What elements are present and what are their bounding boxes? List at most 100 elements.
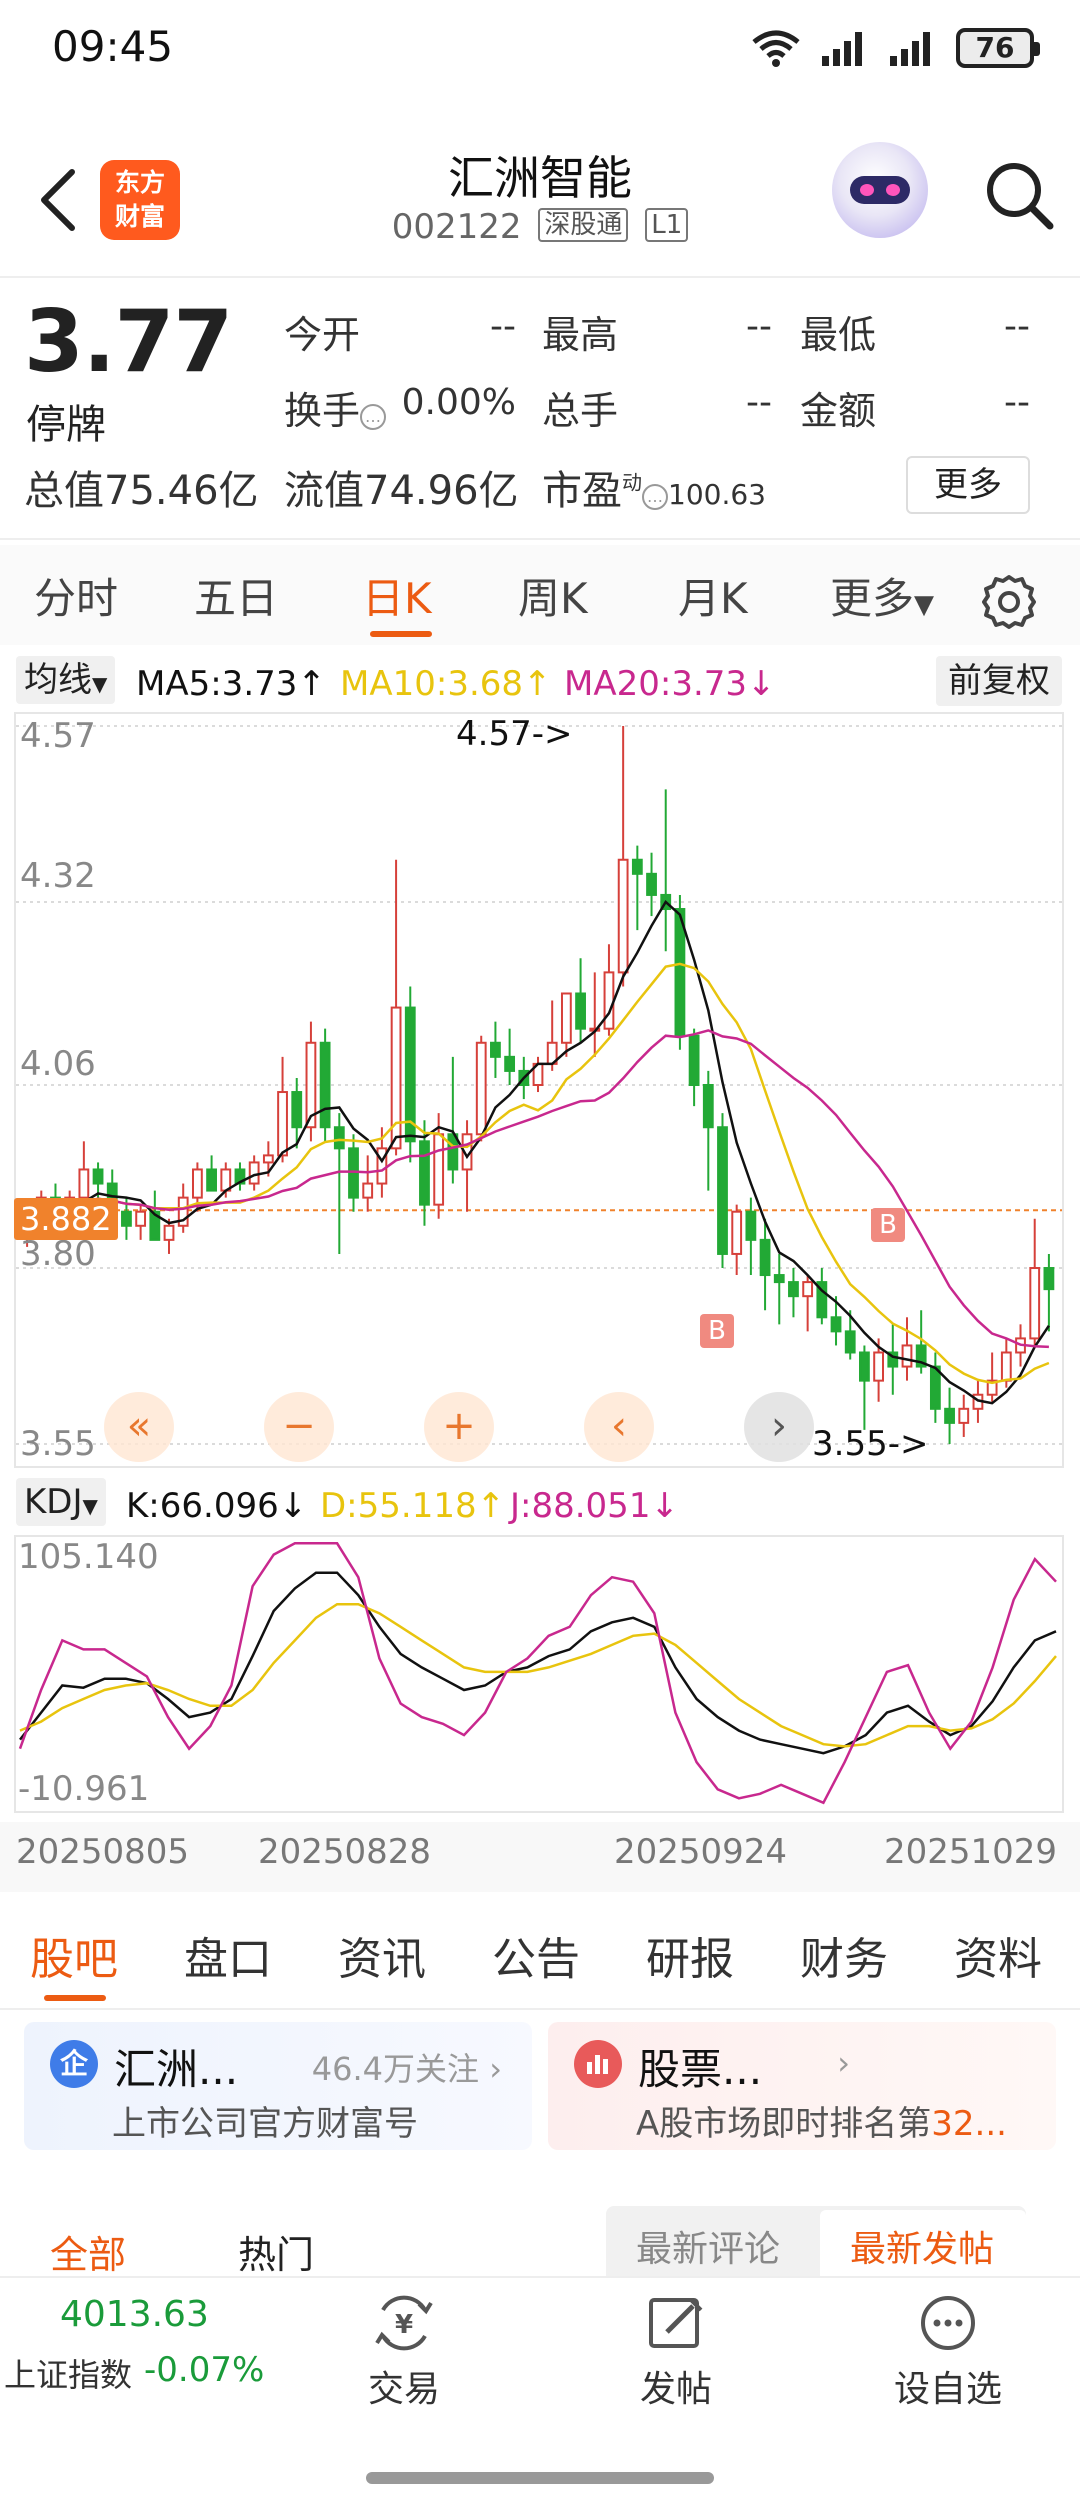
kdj-svg	[18, 1542, 1057, 1805]
candle-body	[333, 1126, 345, 1150]
candle-body	[1043, 1267, 1055, 1291]
ai-assistant-avatar[interactable]	[832, 142, 928, 238]
kdj-chart[interactable]: 105.140 -10.961	[14, 1535, 1064, 1813]
status-icons: 76	[750, 28, 1040, 68]
index-value[interactable]: 4013.63	[60, 2294, 209, 2335]
candle-body	[135, 1210, 147, 1227]
tab-orderbook[interactable]: 盘口	[184, 1923, 272, 1987]
candle-body	[944, 1407, 955, 1424]
candle-body	[958, 1407, 970, 1424]
sort-latest-post[interactable]: 最新发帖	[850, 2220, 994, 2272]
candle-body	[163, 1224, 175, 1241]
signal-icon-2	[890, 32, 930, 66]
tab-intraday[interactable]: 分时	[34, 565, 118, 626]
tab-financials[interactable]: 财务	[800, 1923, 888, 1987]
info-icon[interactable]: …	[642, 484, 668, 510]
sort-segment: 最新评论 最新发帖	[606, 2206, 1026, 2286]
scroll-left-fast-button[interactable]: «	[104, 1392, 174, 1462]
candle-body	[731, 1210, 743, 1255]
tab-news[interactable]: 资讯	[338, 1923, 426, 1987]
buy-signal-badge[interactable]: B	[700, 1314, 734, 1348]
ranking-card[interactable]: 股票... › A股市场即时排名第32...	[548, 2022, 1056, 2150]
candle-body	[603, 971, 615, 1030]
candle-body	[575, 992, 586, 1030]
candle-body	[277, 1091, 288, 1157]
candle-body	[717, 1126, 728, 1255]
bar-chart-icon	[574, 2040, 622, 2088]
tab-profile[interactable]: 资料	[954, 1923, 1042, 1987]
signal-icon	[822, 32, 862, 66]
candle-body	[773, 1274, 785, 1284]
card-subtitle: 上市公司官方财富号	[112, 2104, 418, 2144]
candle-body	[1000, 1351, 1012, 1382]
level-tag: L1	[645, 208, 689, 242]
trade-button[interactable]: ¥ 交易	[334, 2292, 474, 2412]
kdj-d-line	[19, 1602, 1057, 1748]
d-value: D:55.118↑	[320, 1486, 506, 1526]
candle-body	[788, 1281, 799, 1298]
content-tabs: 股吧 盘口 资讯 公告 研报 财务 资料	[0, 1905, 1080, 2005]
index-name[interactable]: 上证指数	[4, 2350, 132, 2396]
filter-hot[interactable]: 热门	[238, 2224, 314, 2279]
candle-body	[688, 1034, 700, 1087]
float-cap: 流值74.96亿	[284, 468, 519, 514]
high-label: 最高	[542, 313, 619, 357]
status-bar: 09:45 76	[0, 0, 1080, 100]
candle-body	[419, 1140, 430, 1206]
candle-body	[929, 1365, 941, 1410]
zoom-out-button[interactable]: −	[264, 1392, 334, 1462]
candle-body	[92, 1168, 104, 1185]
search-icon[interactable]	[980, 156, 1060, 236]
kdj-selector[interactable]: KDJ▼	[16, 1478, 106, 1526]
scroll-right-button[interactable]: ›	[744, 1392, 814, 1462]
stock-header: 东方 财富 汇洲智能 002122 深股通 L1	[0, 120, 1080, 275]
filter-all[interactable]: 全部	[50, 2224, 126, 2279]
adjust-button[interactable]: 前复权	[936, 656, 1062, 706]
bottom-toolbar: 4013.63 上证指数 -0.07% ¥ 交易 发帖 设自选	[0, 2276, 1080, 2504]
tab-more[interactable]: 更多▼	[830, 565, 934, 626]
candle-body	[121, 1210, 132, 1227]
tab-daily-k[interactable]: 日K	[362, 565, 432, 626]
index-change[interactable]: -0.07%	[144, 2350, 264, 2390]
scroll-left-button[interactable]: ‹	[584, 1392, 654, 1462]
candle-body	[78, 1168, 90, 1199]
low-label: 最低	[800, 313, 877, 357]
tab-weekly-k[interactable]: 周K	[518, 565, 588, 626]
turnover-label: 换手…	[284, 380, 387, 435]
candle-body	[901, 1344, 913, 1368]
trade-icon: ¥	[375, 2295, 433, 2351]
zoom-in-button[interactable]: +	[424, 1392, 494, 1462]
tab-research[interactable]: 研报	[646, 1923, 734, 1987]
official-account-card[interactable]: 企 汇洲... 46.4万关注 › 上市公司官方财富号	[24, 2022, 532, 2150]
card-title: 股票...	[638, 2045, 763, 2094]
tab-five-day[interactable]: 五日	[194, 565, 278, 626]
more-quote-button[interactable]: 更多	[906, 456, 1030, 514]
post-button[interactable]: 发帖	[606, 2292, 746, 2412]
connect-tag: 深股通	[538, 208, 629, 242]
candle-body	[248, 1161, 260, 1185]
kline-chart[interactable]: 4.57 4.32 4.06 3.80 3.55 3.882 4.57-> 3.…	[14, 712, 1064, 1468]
tab-guba[interactable]: 股吧	[30, 1923, 118, 1987]
ma-indicator-row: 均线▼ MA5:3.73↑ MA10:3.68↑ MA20:3.73↓ 前复权	[0, 650, 1080, 712]
add-watchlist-button[interactable]: 设自选	[878, 2292, 1018, 2412]
info-icon[interactable]: …	[360, 404, 387, 430]
ma-selector[interactable]: 均线▼	[16, 656, 116, 704]
kdj-y-tick: -10.961	[18, 1769, 150, 1809]
low-value: --	[1004, 306, 1030, 347]
candle-body	[702, 1084, 714, 1129]
tab-monthly-k[interactable]: 月K	[678, 565, 748, 626]
tab-announcements[interactable]: 公告	[492, 1923, 580, 1987]
candle-body	[859, 1351, 870, 1382]
candle-body	[560, 992, 572, 1044]
card-subtitle: A股市场即时排名第32...	[636, 2104, 1007, 2144]
ma5-line	[26, 900, 1050, 1405]
buy-signal-badge[interactable]: B	[871, 1208, 905, 1242]
candle-body	[206, 1168, 217, 1192]
amount-value: --	[1004, 382, 1030, 423]
date-label: 20250924	[614, 1832, 788, 1872]
candle-body	[433, 1133, 445, 1206]
kdj-j-line	[18, 1542, 1057, 1805]
gear-icon[interactable]	[980, 573, 1038, 631]
candle-body	[844, 1330, 856, 1354]
sort-latest-comment[interactable]: 最新评论	[636, 2220, 780, 2272]
